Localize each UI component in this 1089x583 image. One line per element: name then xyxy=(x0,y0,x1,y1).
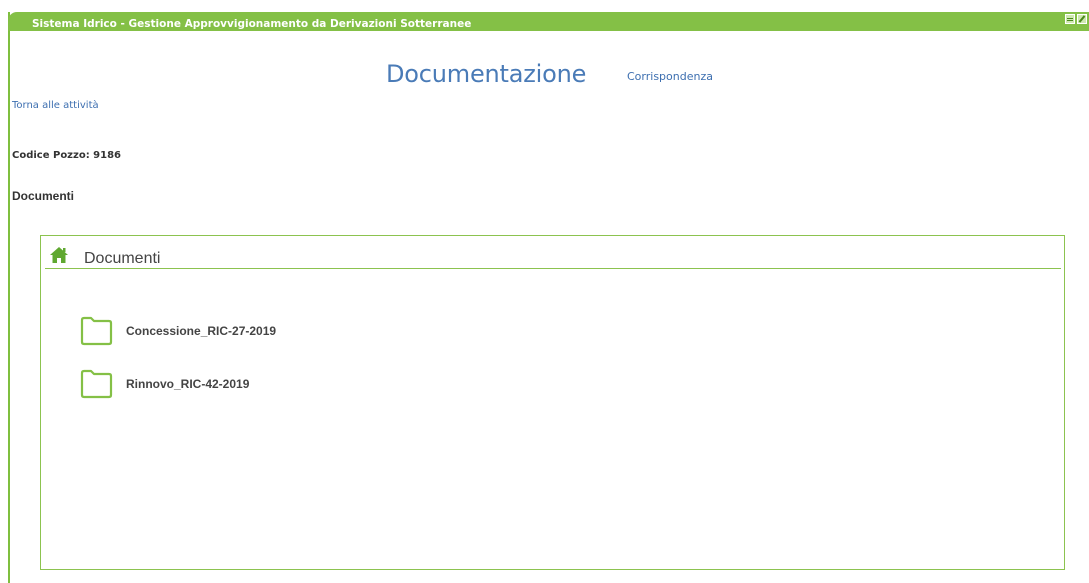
documents-panel: Documenti Concessione_RIC-27-2019 Rinnov… xyxy=(40,235,1065,570)
panel-header: Documenti xyxy=(45,246,1061,269)
folder-label[interactable]: Concessione_RIC-27-2019 xyxy=(126,324,276,338)
folder-label[interactable]: Rinnovo_RIC-42-2019 xyxy=(126,377,249,391)
window-titlebar: Sistema Idrico - Gestione Approvvigionam… xyxy=(8,12,1089,31)
home-icon[interactable] xyxy=(49,246,69,264)
folder-icon xyxy=(80,369,113,399)
titlebar-icons xyxy=(1065,14,1087,24)
folder-item-rinnovo[interactable]: Rinnovo_RIC-42-2019 xyxy=(79,369,249,399)
folder-item-concessione[interactable]: Concessione_RIC-27-2019 xyxy=(79,316,276,346)
codice-pozzo-label: Codice Pozzo: 9186 xyxy=(12,150,122,161)
grid-icon[interactable] xyxy=(1065,14,1075,24)
folder-icon xyxy=(80,316,113,346)
back-to-activities-link[interactable]: Torna alle attività xyxy=(12,100,99,111)
page-title: Documentazione xyxy=(386,60,587,88)
edit-icon[interactable] xyxy=(1077,14,1087,24)
section-label: Documenti xyxy=(12,189,75,203)
window-title: Sistema Idrico - Gestione Approvvigionam… xyxy=(32,18,472,30)
corrispondenza-link[interactable]: Corrispondenza xyxy=(627,70,713,83)
panel-title: Documenti xyxy=(84,250,161,267)
